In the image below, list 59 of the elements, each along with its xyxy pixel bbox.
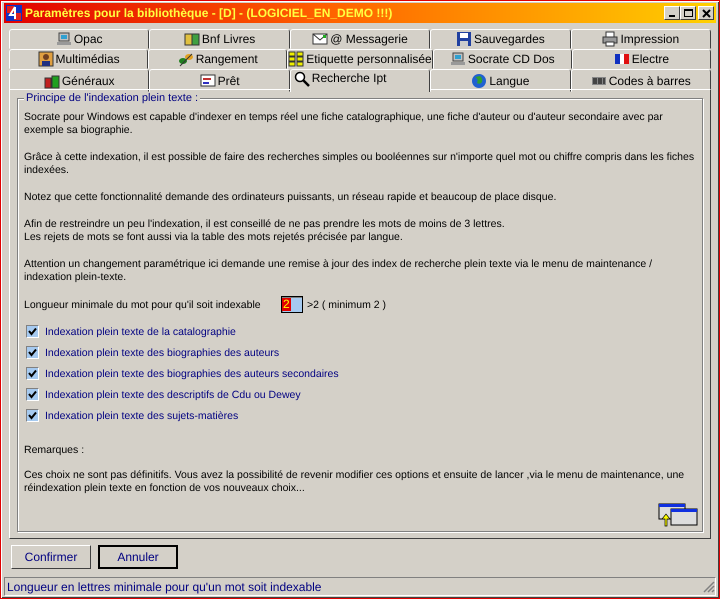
group-title: Principe de l'indexation plein texte : [24,92,200,104]
computer-icon [450,51,466,67]
checkbox[interactable] [26,367,39,380]
app-icon [6,5,22,21]
portrait-icon [38,51,54,67]
input-field[interactable]: 2 [281,296,303,313]
checkbox-label[interactable]: Indexation plein texte de la catalographie [45,326,236,338]
checkbox-label[interactable]: Indexation plein texte des sujets-matières [45,410,238,422]
paragraph: Attention un changement paramétrique ici demande une remise à jour des index de recherche plein texte via le menu de maintenance / indexation plein-texte. [24,258,654,284]
minimize-button[interactable] [664,6,680,20]
checkbox[interactable] [26,346,39,359]
status-text: Longueur en lettres minimale pour qu'un mot soit indexable [7,580,322,594]
close-button[interactable] [698,6,714,20]
tab[interactable]: @ Messagerie [290,29,430,49]
paragraph: Afin de restreindre un peu l'indexation, il est conseillé de ne pas prendre les mots de moins de 3 lettres. Les rejets de mots se font aussi via la table des mots rejetés précisée par langue. [24,218,506,244]
minimize-icon [669,15,675,17]
checkbox[interactable] [26,409,39,422]
paragraph: Socrate pour Windows est capable d'indexer en temps réel une fiche catalographique, une fiche d'auteur ou d'auteur secondaire avec par exemple sa biographie. [24,111,664,137]
checkbox-label[interactable]: Indexation plein texte des descriptifs de Cdu ou Dewey [45,388,301,400]
label-grid-icon [288,51,304,67]
tab[interactable]: Sauvegardes [430,29,571,49]
cancel-button[interactable]: Annuler [98,545,178,569]
window-title: Paramètres pour la bibliothèque - [D] - (LOGICIEL_EN_DEMO !!!) [25,6,394,20]
flag-icon [614,51,630,67]
paragraph: Ces choix ne sont pas définitifs. Vous avez la possibilité de revenir modifier ces options et ensuite de lancer ,via le menu de maintenance, une réindexation plein texte en fonction de vos nouveaux choix... [24,469,686,495]
field-label: Longueur minimale du mot pour qu'il soit indexable [24,298,262,310]
computer-icon [56,31,72,47]
tab[interactable]: Codes à barres [570,69,711,92]
globe-icon [471,72,488,88]
resize-grip-icon[interactable] [703,580,715,592]
windows-icon [658,503,698,527]
remarks-title: Remarques : [24,444,86,457]
field-hint: >2 ( minimum 2 ) [307,298,386,310]
checkbox-label[interactable]: Indexation plein texte des biographies des auteurs [45,346,280,358]
printer-icon [602,31,618,47]
checkbox-label[interactable]: Indexation plein texte des biographies des auteurs secondaires [45,368,339,380]
checkbox[interactable] [26,388,39,401]
search-icon [294,71,310,87]
tab[interactable]: Langue [430,69,571,92]
tab[interactable]: Généraux [9,69,150,92]
book-icon [184,31,200,47]
tab[interactable]: Opac [9,29,150,49]
tab[interactable]: Multimédias [9,49,148,69]
paragraph: Grâce à cette indexation, il est possible de faire des recherches simples ou booléennes sur n'importe quel mot ou chiffre compris dans les fiches indexées. [24,151,694,177]
envelope-icon [312,31,328,47]
maximize-button[interactable] [680,6,696,20]
tab[interactable]: Rangement [148,49,288,69]
tab[interactable]: Bnf Livres [149,29,290,49]
card-icon [200,72,216,88]
confirm-button[interactable]: Confirmer [11,545,91,569]
close-icon [700,6,712,20]
tab[interactable]: Etiquette personnalisée [287,49,433,69]
tab[interactable]: Impression [570,29,711,49]
checkbox[interactable] [26,325,39,338]
tab[interactable]: Electre [572,49,711,69]
tab[interactable]: Socrate CD Dos [432,49,572,69]
tab[interactable]: Prêt [149,69,290,92]
tab[interactable]: Recherche Ipt [290,69,430,92]
paragraph: Notez que cette fonctionnalité demande des ordinateurs puissants, un réseau rapide et beaucoup de place disque. [24,191,558,204]
